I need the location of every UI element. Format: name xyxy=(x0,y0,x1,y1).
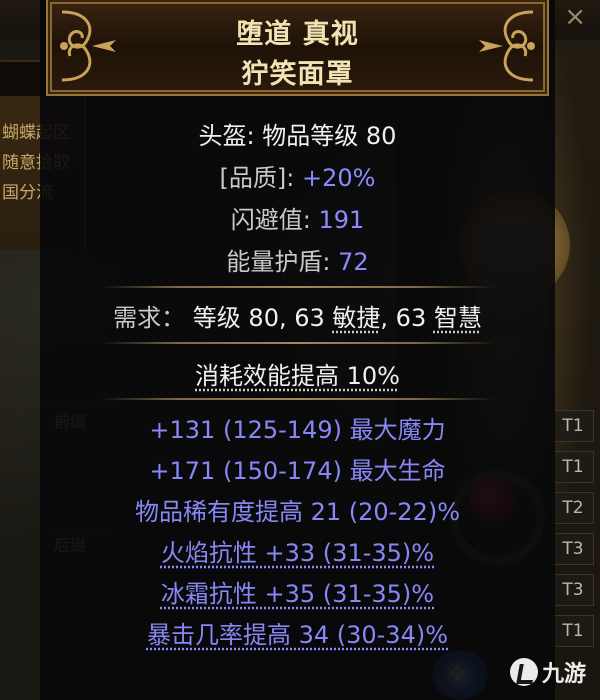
explicit-mod-text: 火焰抗性 +33 (31-35)% xyxy=(160,539,435,567)
watermark-text: 九游 xyxy=(542,662,587,687)
implicit-mod: 消耗效能提高 10% xyxy=(40,356,555,391)
divider xyxy=(100,342,495,344)
item-tooltip: 堕道 真视 狞笑面罩 头盔: 物品等级 80 [品质]: +20% 闪避值: 1… xyxy=(40,0,555,700)
divider xyxy=(100,398,495,400)
tier-badge: T2 xyxy=(552,492,594,524)
requirement-dex-label: 敏捷 xyxy=(332,304,381,332)
energy-shield-value: 72 xyxy=(338,248,369,276)
tier-badge: T3 xyxy=(552,574,594,606)
tier-badge: T1 xyxy=(552,410,594,442)
tier-badge: T1 xyxy=(552,451,594,483)
energy-shield-label: 能量护盾: xyxy=(226,248,339,276)
watermark-logo: 九游 xyxy=(510,656,586,688)
logo-icon xyxy=(510,658,538,686)
tier-badge: T3 xyxy=(552,533,594,565)
requirements-line: 需求： 等级 80, 63 敏捷, 63 智慧 xyxy=(40,298,555,333)
game-screen: × 犬 蝴蝶起区 随意拾取 国分流 前缀 后缀 T1 T1 T2 T3 T3 T… xyxy=(0,0,600,700)
requirement-int-value: 63 xyxy=(395,304,434,332)
requirement-sep: , xyxy=(380,304,396,332)
item-class-level: 头盔: 物品等级 80 xyxy=(198,122,397,150)
explicit-mod: +171 (150-174) 最大生命 xyxy=(149,457,446,485)
evasion-value: 191 xyxy=(318,206,365,234)
quality-label: [品质]: xyxy=(219,164,302,192)
requirement-int-label: 智慧 xyxy=(433,304,482,332)
quality-line: [品质]: +20% xyxy=(40,158,555,193)
requirement-dex-value: 63 xyxy=(294,304,333,332)
divider xyxy=(100,286,495,288)
evasion-label: 闪避值: xyxy=(230,206,319,234)
item-name-header: 堕道 真视 狞笑面罩 xyxy=(46,0,549,96)
requirements-label: 需求： xyxy=(113,304,186,332)
explicit-mod-text: 暴击几率提高 34 (30-34)% xyxy=(146,621,449,649)
explicit-mod: 暴击几率提高 34 (30-34)% xyxy=(40,615,555,650)
requirement-level: 等级 80, xyxy=(192,304,295,332)
explicit-mod: 火焰抗性 +33 (31-35)% xyxy=(40,533,555,568)
item-base-type: 狞笑面罩 xyxy=(241,59,354,90)
quality-value: +20% xyxy=(302,164,376,192)
close-icon[interactable]: × xyxy=(564,2,586,32)
evasion-line: 闪避值: 191 xyxy=(40,200,555,235)
explicit-mod: 物品稀有度提高 21 (20-22)% xyxy=(134,498,461,526)
explicit-mod: +131 (125-149) 最大魔力 xyxy=(149,416,446,444)
implicit-mod-text: 消耗效能提高 10% xyxy=(195,362,400,390)
item-name: 堕道 真视 xyxy=(236,19,359,50)
tier-badge: T1 xyxy=(552,615,594,647)
explicit-mod: 冰霜抗性 +35 (31-35)% xyxy=(40,574,555,609)
energy-shield-line: 能量护盾: 72 xyxy=(40,242,555,277)
explicit-mod-text: 冰霜抗性 +35 (31-35)% xyxy=(160,580,435,608)
